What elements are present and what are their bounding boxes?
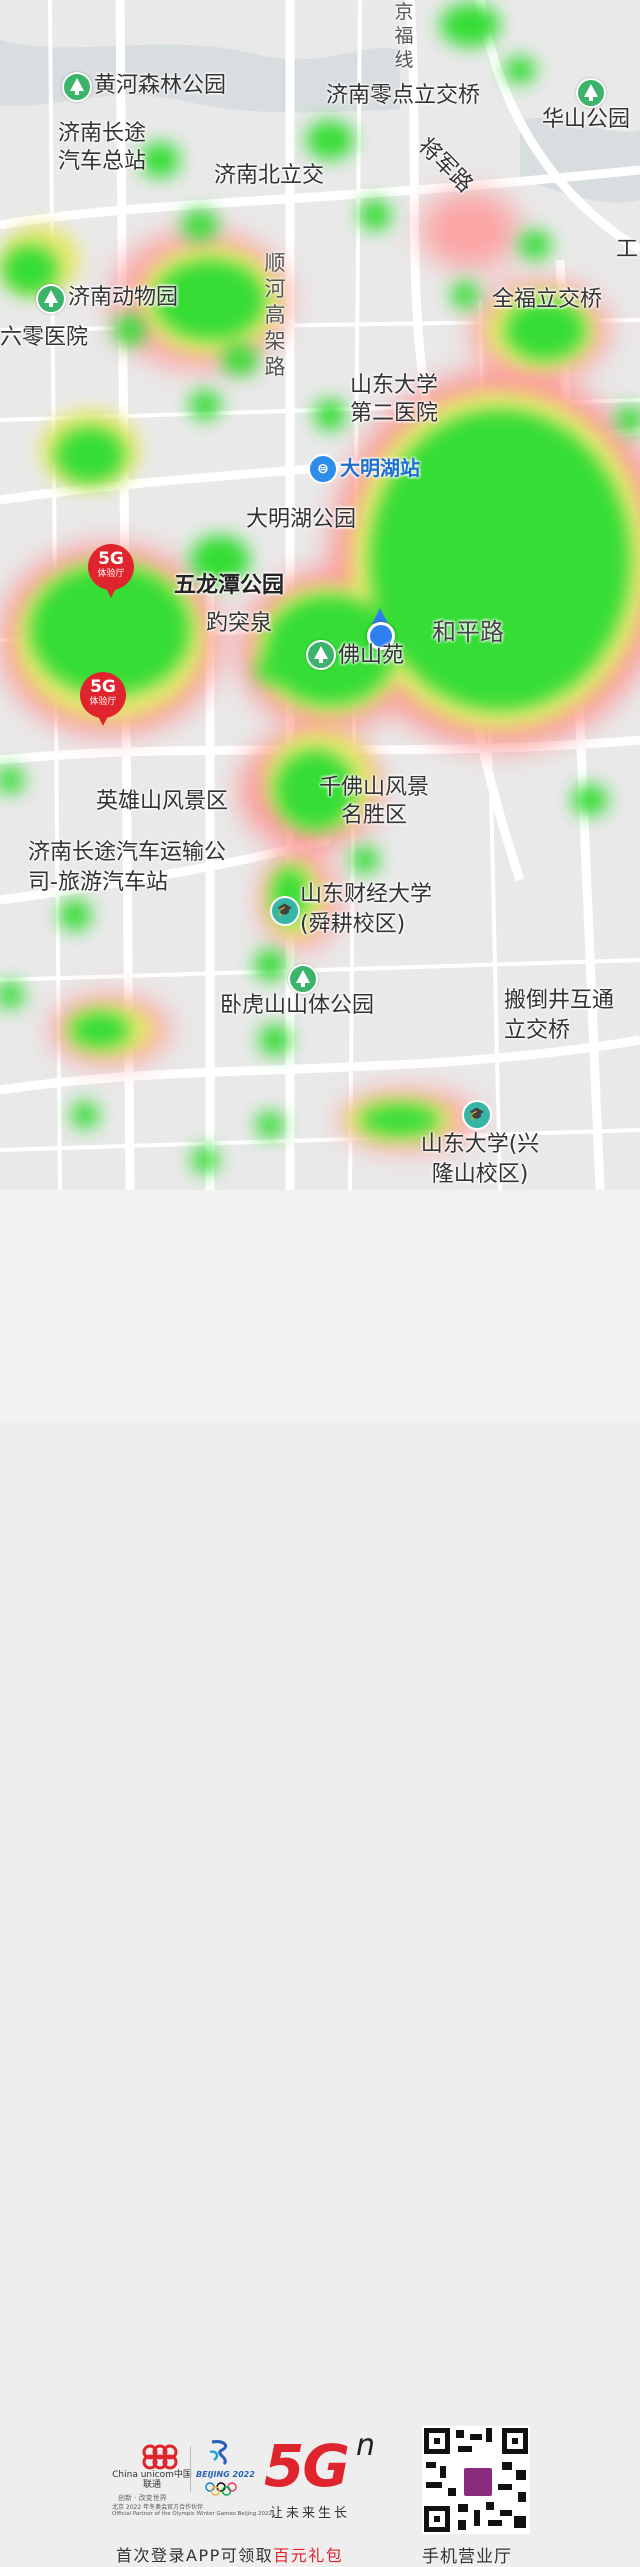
- label-wulongtan-park[interactable]: 五龙潭公园: [174, 574, 284, 598]
- qr-center-logo: [462, 2466, 494, 2498]
- park-icon: [306, 640, 336, 670]
- pin-tail: [93, 706, 113, 726]
- park-icon: [288, 964, 318, 994]
- olympic-text: BEIJING 2022: [196, 2470, 255, 2479]
- brand-5g: 5G: [264, 2432, 350, 2500]
- label-sdu-xinglongshan[interactable]: 山东大学(兴隆山校区): [410, 1130, 550, 1190]
- heatmap-map[interactable]: 京福线 黄河森林公园 济南零点立交桥 华山公园 济南长途汽车总站 济南北立交 将…: [0, 0, 640, 1190]
- promo-footer: China unicom中国联通 创新 · 改变世界 BEIJING 2022 …: [0, 1190, 640, 2567]
- label-huashan-park[interactable]: 华山公园: [542, 108, 630, 132]
- qr-code[interactable]: [422, 2426, 530, 2534]
- park-icon: [62, 72, 92, 102]
- university-icon: 🎓: [270, 896, 300, 926]
- brand-slogan: 让未来生长: [270, 2506, 351, 2521]
- pin-subtitle: 体验厅: [97, 569, 125, 579]
- divider: [190, 2446, 191, 2492]
- beijing-2022-emblem-icon: [209, 2440, 228, 2466]
- label-edge-char: 工: [616, 237, 639, 262]
- label-jinan-long-distance-bus-main[interactable]: 济南长途汽车总站: [58, 120, 158, 176]
- label-wohushan-park[interactable]: 卧虎山山体公园: [220, 994, 374, 1018]
- label-heping-road: 和平路: [432, 618, 504, 646]
- label-jinan-long-distance-bus-company[interactable]: 济南长途汽车运输公司-旅游汽车站: [28, 838, 228, 898]
- brand-sup: n: [356, 2428, 376, 2463]
- label-foshan-yuan[interactable]: 佛山苑: [338, 644, 404, 668]
- unicom-name: China unicom中国联通: [112, 2470, 192, 2490]
- promo-highlight[interactable]: 百元礼包: [273, 2546, 343, 2565]
- qr-finder: [424, 2428, 450, 2454]
- label-yingxiongshan-scenic[interactable]: 英雄山风景区: [96, 790, 228, 814]
- label-shunhe-elevated-road: 顺河高架路: [264, 251, 286, 379]
- label-quanfu-interchange[interactable]: 全福立交桥: [492, 288, 602, 312]
- qr-finder: [502, 2428, 528, 2454]
- partner-en: Official Partner of the Olympic Winter G…: [112, 2511, 272, 2517]
- label-qianfoshan-scenic[interactable]: 千佛山风景名胜区: [312, 774, 436, 830]
- label-huanghe-forest-park[interactable]: 黄河森林公园: [94, 74, 226, 98]
- zoo-icon: [36, 284, 66, 314]
- label-daminghu-station[interactable]: 大明湖站: [340, 456, 420, 480]
- university-icon: 🎓: [462, 1100, 492, 1130]
- label-sdufe-shungeng[interactable]: 山东财经大学(舜耕校区): [300, 880, 450, 940]
- pin-tail: [101, 578, 121, 598]
- promo-prefix: 首次登录APP可领取: [116, 2546, 274, 2565]
- label-jinan-zero-point-interchange[interactable]: 济南零点立交桥: [326, 84, 480, 108]
- unicom-knot-icon: [142, 2444, 178, 2470]
- qr-caption: 手机营业厅: [422, 2547, 512, 2567]
- olympic-rings-icon: [205, 2482, 237, 2496]
- label-jinan-zoo[interactable]: 济南动物园: [68, 286, 178, 310]
- promo-text: 首次登录APP可领取百元礼包: [116, 2542, 343, 2566]
- 5g-store-pin[interactable]: 5G 体验厅: [88, 544, 134, 598]
- park-icon: [576, 78, 606, 108]
- label-jinan-north-interchange[interactable]: 济南北立交: [214, 164, 324, 188]
- pin-title: 5G: [90, 677, 116, 697]
- 5g-store-pin[interactable]: 5G 体验厅: [80, 672, 126, 726]
- label-bandaojinghu-interchange[interactable]: 搬倒井互通立交桥: [504, 986, 614, 1046]
- partner-cn: 北京 2022 年冬奥会官方合作伙伴: [112, 2504, 204, 2511]
- pin-subtitle: 体验厅: [89, 697, 117, 707]
- metro-icon: ⊜: [308, 454, 338, 484]
- label-daminghu-park[interactable]: 大明湖公园: [246, 508, 356, 532]
- label-sixth-zero-hospital[interactable]: 六零医院: [0, 326, 88, 350]
- pin-title: 5G: [98, 549, 124, 569]
- qr-finder: [424, 2506, 450, 2532]
- label-baotu-spring[interactable]: 趵突泉: [206, 612, 272, 636]
- label-sdu-second-hospital[interactable]: 山东大学第二医院: [350, 372, 450, 428]
- label-jing-fu-line: 京福线: [394, 1, 414, 71]
